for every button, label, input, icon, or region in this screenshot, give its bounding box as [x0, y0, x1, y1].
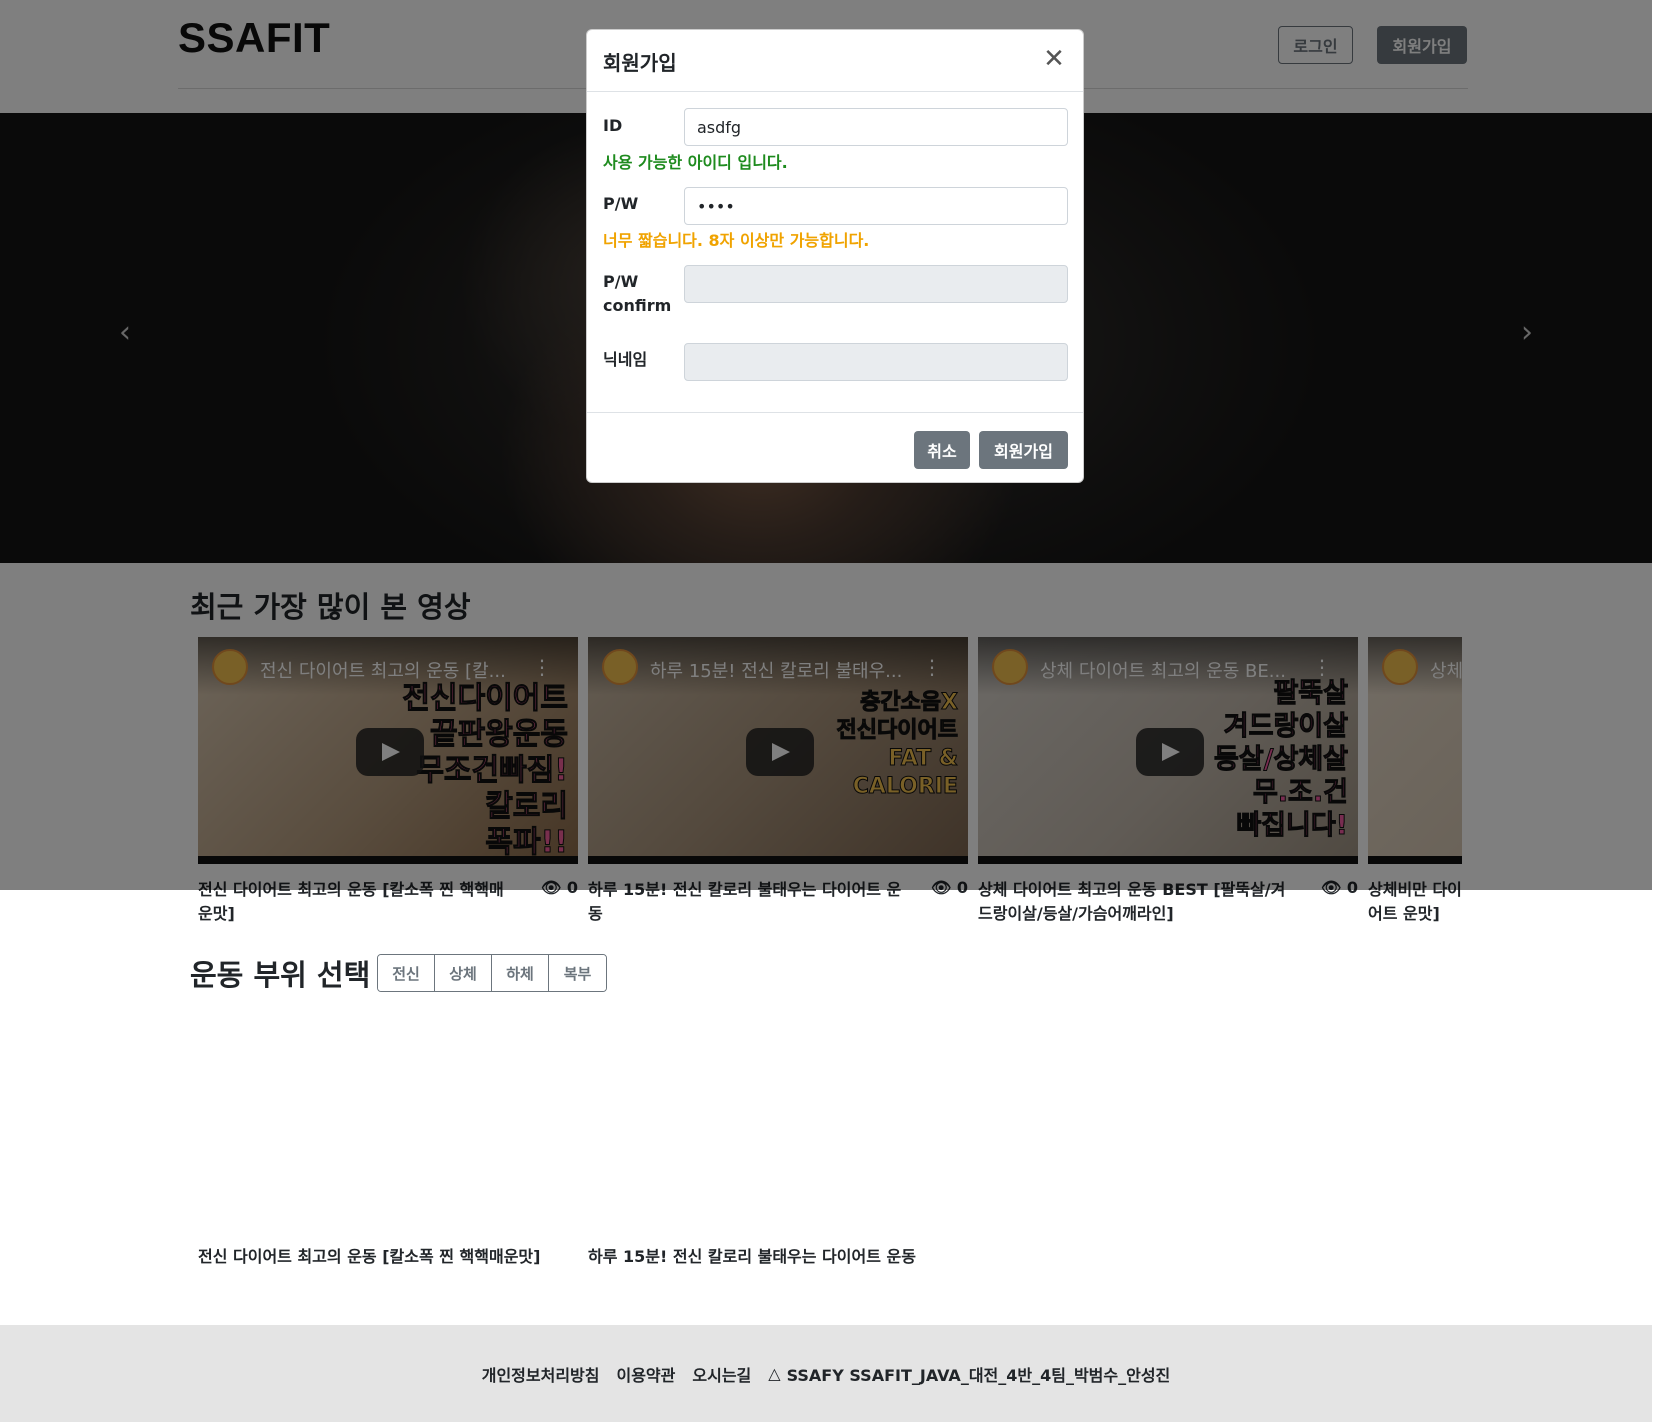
nickname-label: 닉네임 [603, 350, 648, 369]
part-tab-group: 전신 상체 하체 복부 [377, 954, 607, 992]
exercise-part-title: 운동 부위 선택 [190, 958, 371, 992]
tab-lower-body[interactable]: 하체 [492, 955, 549, 991]
copyright-icon: △ [768, 1364, 781, 1383]
tab-abs[interactable]: 복부 [549, 955, 606, 991]
tab-full-body[interactable]: 전신 [378, 955, 435, 991]
modal-footer: 취소 회원가입 [587, 412, 1083, 484]
modal-title: 회원가입 [603, 51, 677, 75]
part-video-title[interactable]: 하루 15분! 전신 칼로리 불태우는 다이어트 운동 [588, 1245, 968, 1269]
submit-signup-button[interactable]: 회원가입 [979, 431, 1068, 469]
footer-directions-link[interactable]: 오시는길 [692, 1362, 751, 1386]
password-confirm-label: P/W confirm [603, 272, 672, 315]
part-video-title[interactable]: 전신 다이어트 최고의 운동 [칼소폭 찐 핵핵매운맛] [198, 1245, 548, 1269]
password-field[interactable] [684, 187, 1068, 225]
signup-modal: 회원가입 ✕ ID 사용 가능한 아이디 입니다. P/W 너무 짧습니다. 8… [586, 29, 1084, 483]
modal-header: 회원가입 ✕ [587, 30, 1083, 92]
footer-copyright: △ SSAFY SSAFIT_JAVA_대전_4반_4팀_박범수_안성진 [768, 1362, 1170, 1386]
footer-terms-link[interactable]: 이용약관 [616, 1362, 675, 1386]
footer-copyright-text: SSAFY SSAFIT_JAVA_대전_4반_4팀_박범수_안성진 [786, 1365, 1171, 1385]
nickname-field[interactable] [684, 343, 1068, 381]
site-footer: 개인정보처리방침 이용약관 오시는길 △ SSAFY SSAFIT_JAVA_대… [0, 1325, 1652, 1422]
password-label: P/W [603, 194, 639, 213]
id-available-message: 사용 가능한 아이디 입니다. [603, 153, 788, 172]
id-field[interactable] [684, 108, 1068, 146]
close-icon[interactable]: ✕ [1039, 44, 1069, 74]
password-warning-message: 너무 짧습니다. 8자 이상만 가능합니다. [603, 231, 870, 250]
id-label: ID [603, 116, 623, 135]
cancel-button[interactable]: 취소 [914, 431, 970, 469]
tab-upper-body[interactable]: 상체 [435, 955, 492, 991]
password-confirm-field[interactable] [684, 265, 1068, 303]
footer-privacy-link[interactable]: 개인정보처리방침 [482, 1362, 600, 1386]
